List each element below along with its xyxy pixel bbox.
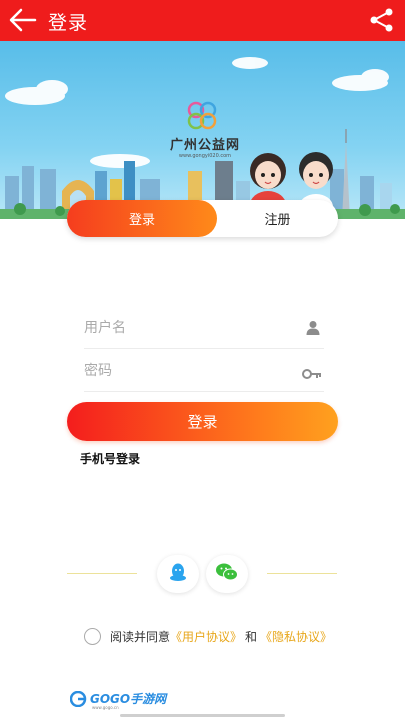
auth-tabs: 登录 注册 bbox=[67, 200, 338, 237]
page-title: 登录 bbox=[48, 12, 89, 34]
app-bar: 登录 bbox=[0, 0, 405, 41]
user-icon bbox=[306, 320, 320, 340]
logo: 广州公益网 www.gongyi020.com bbox=[160, 134, 250, 159]
city-skyline-illustration bbox=[0, 57, 405, 219]
username-input[interactable] bbox=[84, 309, 284, 347]
privacy-policy-link[interactable]: 《隐私协议》 bbox=[260, 628, 332, 645]
agreement-prefix: 阅读并同意 bbox=[110, 629, 171, 644]
logo-name: 广州公益网 bbox=[169, 138, 240, 153]
divider-right bbox=[267, 573, 337, 574]
qq-login-button[interactable] bbox=[157, 555, 199, 593]
logo-mark bbox=[187, 101, 217, 130]
username-field-row bbox=[84, 309, 324, 349]
agreement-row: 阅读并同意 《用户协议》 和 《隐私协议》 bbox=[84, 626, 332, 646]
divider-left bbox=[67, 573, 137, 574]
agreement-conjunction: 和 bbox=[245, 629, 258, 644]
key-icon bbox=[302, 365, 322, 384]
watermark-sub: www.gogo.cn bbox=[92, 705, 119, 710]
back-arrow-icon[interactable] bbox=[8, 6, 38, 34]
tab-login[interactable]: 登录 bbox=[67, 200, 217, 237]
phone-login-link[interactable]: 手机号登录 bbox=[80, 450, 140, 467]
user-agreement-link[interactable]: 《用户协议》 bbox=[170, 628, 242, 645]
share-icon[interactable] bbox=[369, 7, 395, 33]
password-field-row bbox=[84, 352, 324, 392]
wechat-login-button[interactable] bbox=[206, 555, 248, 593]
home-indicator bbox=[120, 714, 285, 717]
login-button[interactable]: 登录 bbox=[67, 402, 338, 441]
watermark-logo-icon bbox=[70, 690, 87, 707]
qq-icon bbox=[168, 562, 188, 586]
logo-url: www.gongyi020.com bbox=[178, 153, 232, 159]
password-input[interactable] bbox=[84, 352, 284, 390]
agree-checkbox[interactable] bbox=[84, 627, 101, 645]
header-banner: 广州公益网 www.gongyi020.com bbox=[0, 41, 405, 219]
watermark: GOGO手游网 www.gogo.cn bbox=[70, 690, 166, 710]
tab-register[interactable]: 注册 bbox=[217, 200, 338, 237]
wechat-icon bbox=[215, 562, 239, 586]
